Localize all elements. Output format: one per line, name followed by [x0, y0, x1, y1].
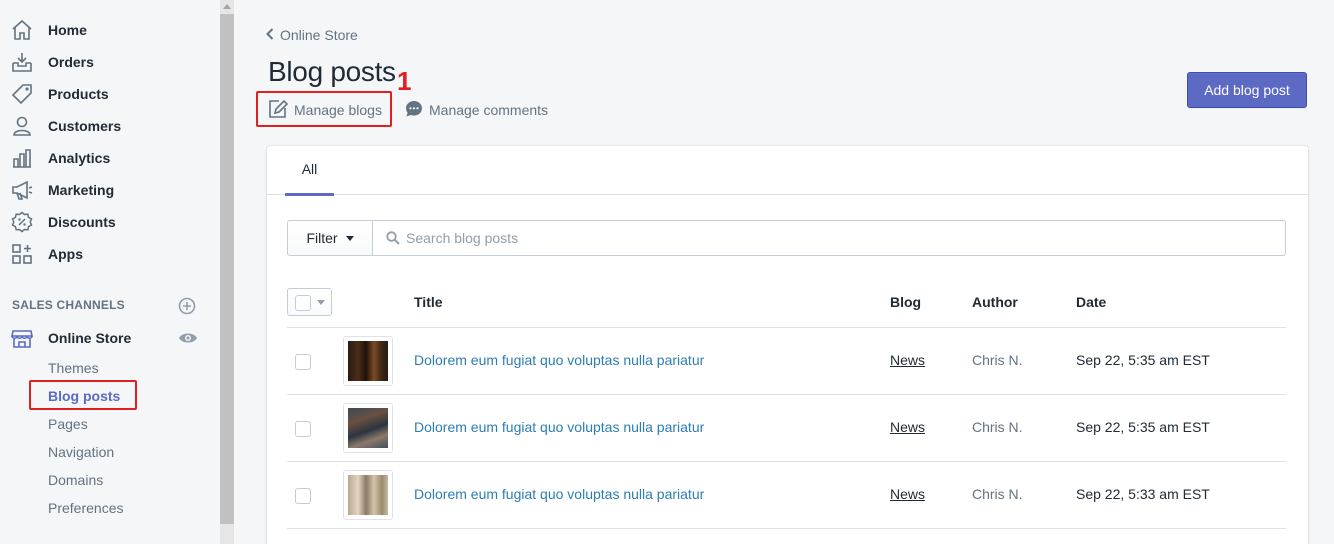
- manage-comments-label: Manage comments: [429, 102, 549, 118]
- sidebar-item-label: Customers: [48, 118, 122, 134]
- filter-button[interactable]: Filter: [288, 221, 373, 255]
- post-title-link[interactable]: Dolorem eum fugiat quo voluptas nulla pa…: [414, 352, 704, 368]
- sidebar-item-label: Apps: [48, 246, 83, 262]
- store-icon: [10, 326, 34, 350]
- orders-icon: [10, 50, 34, 74]
- row-checkbox[interactable]: [295, 421, 311, 437]
- add-blog-post-button[interactable]: Add blog post: [1187, 72, 1307, 108]
- table-header: Title Blog Author Date: [287, 284, 1286, 328]
- sidebar-item-discounts[interactable]: Discounts: [10, 208, 210, 236]
- sidebar-item-apps[interactable]: Apps: [10, 240, 210, 268]
- tab-all[interactable]: All: [285, 146, 334, 196]
- chevron-left-icon: [266, 27, 274, 43]
- bar-chart-icon: [10, 146, 34, 170]
- bulk-select-checkbox[interactable]: [287, 288, 332, 316]
- date: Sep 22, 5:33 am EST: [1076, 486, 1210, 502]
- column-header-author[interactable]: Author: [972, 294, 1018, 310]
- post-thumbnail: [343, 336, 393, 386]
- person-icon: [10, 114, 34, 138]
- eye-icon[interactable]: [178, 330, 198, 346]
- tab-selected-indicator: [285, 193, 334, 196]
- filter-label: Filter: [306, 230, 338, 246]
- add-sales-channel-icon[interactable]: [178, 297, 196, 315]
- search-icon: [386, 231, 400, 245]
- author: Chris N.: [972, 486, 1023, 502]
- column-header-date[interactable]: Date: [1076, 294, 1106, 310]
- post-thumbnail: [343, 403, 393, 453]
- caret-down-icon: [345, 235, 354, 241]
- annotation-highlight-box: [256, 91, 392, 127]
- sidebar-item-marketing[interactable]: Marketing: [10, 176, 210, 204]
- search-input[interactable]: [406, 223, 1266, 253]
- table-row[interactable]: Dolorem eum fugiat quo voluptas nulla pa…: [287, 395, 1286, 462]
- author: Chris N.: [972, 419, 1023, 435]
- sidebar-subitem-pages[interactable]: Pages: [48, 414, 88, 434]
- manage-comments-button[interactable]: Manage comments: [405, 100, 548, 120]
- megaphone-icon: [10, 178, 34, 202]
- breadcrumb-label: Online Store: [280, 27, 358, 43]
- sidebar-item-customers[interactable]: Customers: [10, 112, 210, 140]
- caret-down-icon: [317, 300, 325, 305]
- sidebar-item-label: Online Store: [48, 330, 132, 346]
- blog-link[interactable]: News: [890, 486, 925, 502]
- sidebar-item-label: Analytics: [48, 150, 111, 166]
- post-title-link[interactable]: Dolorem eum fugiat quo voluptas nulla pa…: [414, 419, 704, 435]
- sidebar-item-products[interactable]: Products: [10, 80, 210, 108]
- sales-channels-header: SALES CHANNELS: [12, 298, 125, 312]
- sidebar-item-orders[interactable]: Orders: [10, 48, 210, 76]
- tab-bar: All: [267, 146, 1308, 196]
- sidebar-item-label: Discounts: [48, 214, 116, 230]
- annotation-number: 1: [397, 66, 412, 96]
- home-icon: [10, 18, 34, 42]
- page-title: Blog posts: [268, 56, 396, 87]
- tab-label: All: [301, 161, 318, 177]
- sidebar-item-home[interactable]: Home: [10, 16, 210, 44]
- sidebar-item-label: Home: [48, 22, 87, 38]
- scrollbar-thumb[interactable]: [220, 14, 234, 524]
- annotation-highlight-box: [29, 380, 137, 410]
- table-row[interactable]: Dolorem eum fugiat quo voluptas nulla pa…: [287, 462, 1286, 529]
- sidebar-subitem-preferences[interactable]: Preferences: [48, 498, 123, 518]
- sidebar-item-label: Products: [48, 86, 109, 102]
- blog-link[interactable]: News: [890, 352, 925, 368]
- row-checkbox[interactable]: [295, 354, 311, 370]
- date: Sep 22, 5:35 am EST: [1076, 352, 1210, 368]
- date: Sep 22, 5:35 am EST: [1076, 419, 1210, 435]
- blog-link[interactable]: News: [890, 419, 925, 435]
- sidebar-item-analytics[interactable]: Analytics: [10, 144, 210, 172]
- blog-posts-card: All Filter Title Blog Author Date Dolo: [267, 146, 1308, 544]
- filter-bar: Filter: [287, 220, 1286, 256]
- column-header-title[interactable]: Title: [414, 294, 443, 310]
- comment-icon: [405, 100, 423, 121]
- column-header-blog[interactable]: Blog: [890, 294, 921, 310]
- discount-icon: [10, 210, 34, 234]
- post-thumbnail: [343, 470, 393, 520]
- sidebar-subitem-navigation[interactable]: Navigation: [48, 442, 114, 462]
- scroll-up-arrow-icon[interactable]: [223, 4, 231, 9]
- search-area: [374, 221, 1285, 255]
- tag-icon: [10, 82, 34, 106]
- sidebar: Home Orders Products Customers Analytics…: [0, 0, 220, 544]
- sidebar-item-label: Marketing: [48, 182, 115, 198]
- row-checkbox[interactable]: [295, 488, 311, 504]
- table-row[interactable]: Dolorem eum fugiat quo voluptas nulla pa…: [287, 328, 1286, 395]
- sidebar-subitem-themes[interactable]: Themes: [48, 358, 99, 378]
- sidebar-subitem-domains[interactable]: Domains: [48, 470, 103, 490]
- post-title-link[interactable]: Dolorem eum fugiat quo voluptas nulla pa…: [414, 486, 704, 502]
- apps-icon: [10, 242, 34, 266]
- checkbox: [295, 295, 311, 311]
- breadcrumb[interactable]: Online Store: [266, 27, 358, 43]
- sidebar-item-label: Orders: [48, 54, 94, 70]
- author: Chris N.: [972, 352, 1023, 368]
